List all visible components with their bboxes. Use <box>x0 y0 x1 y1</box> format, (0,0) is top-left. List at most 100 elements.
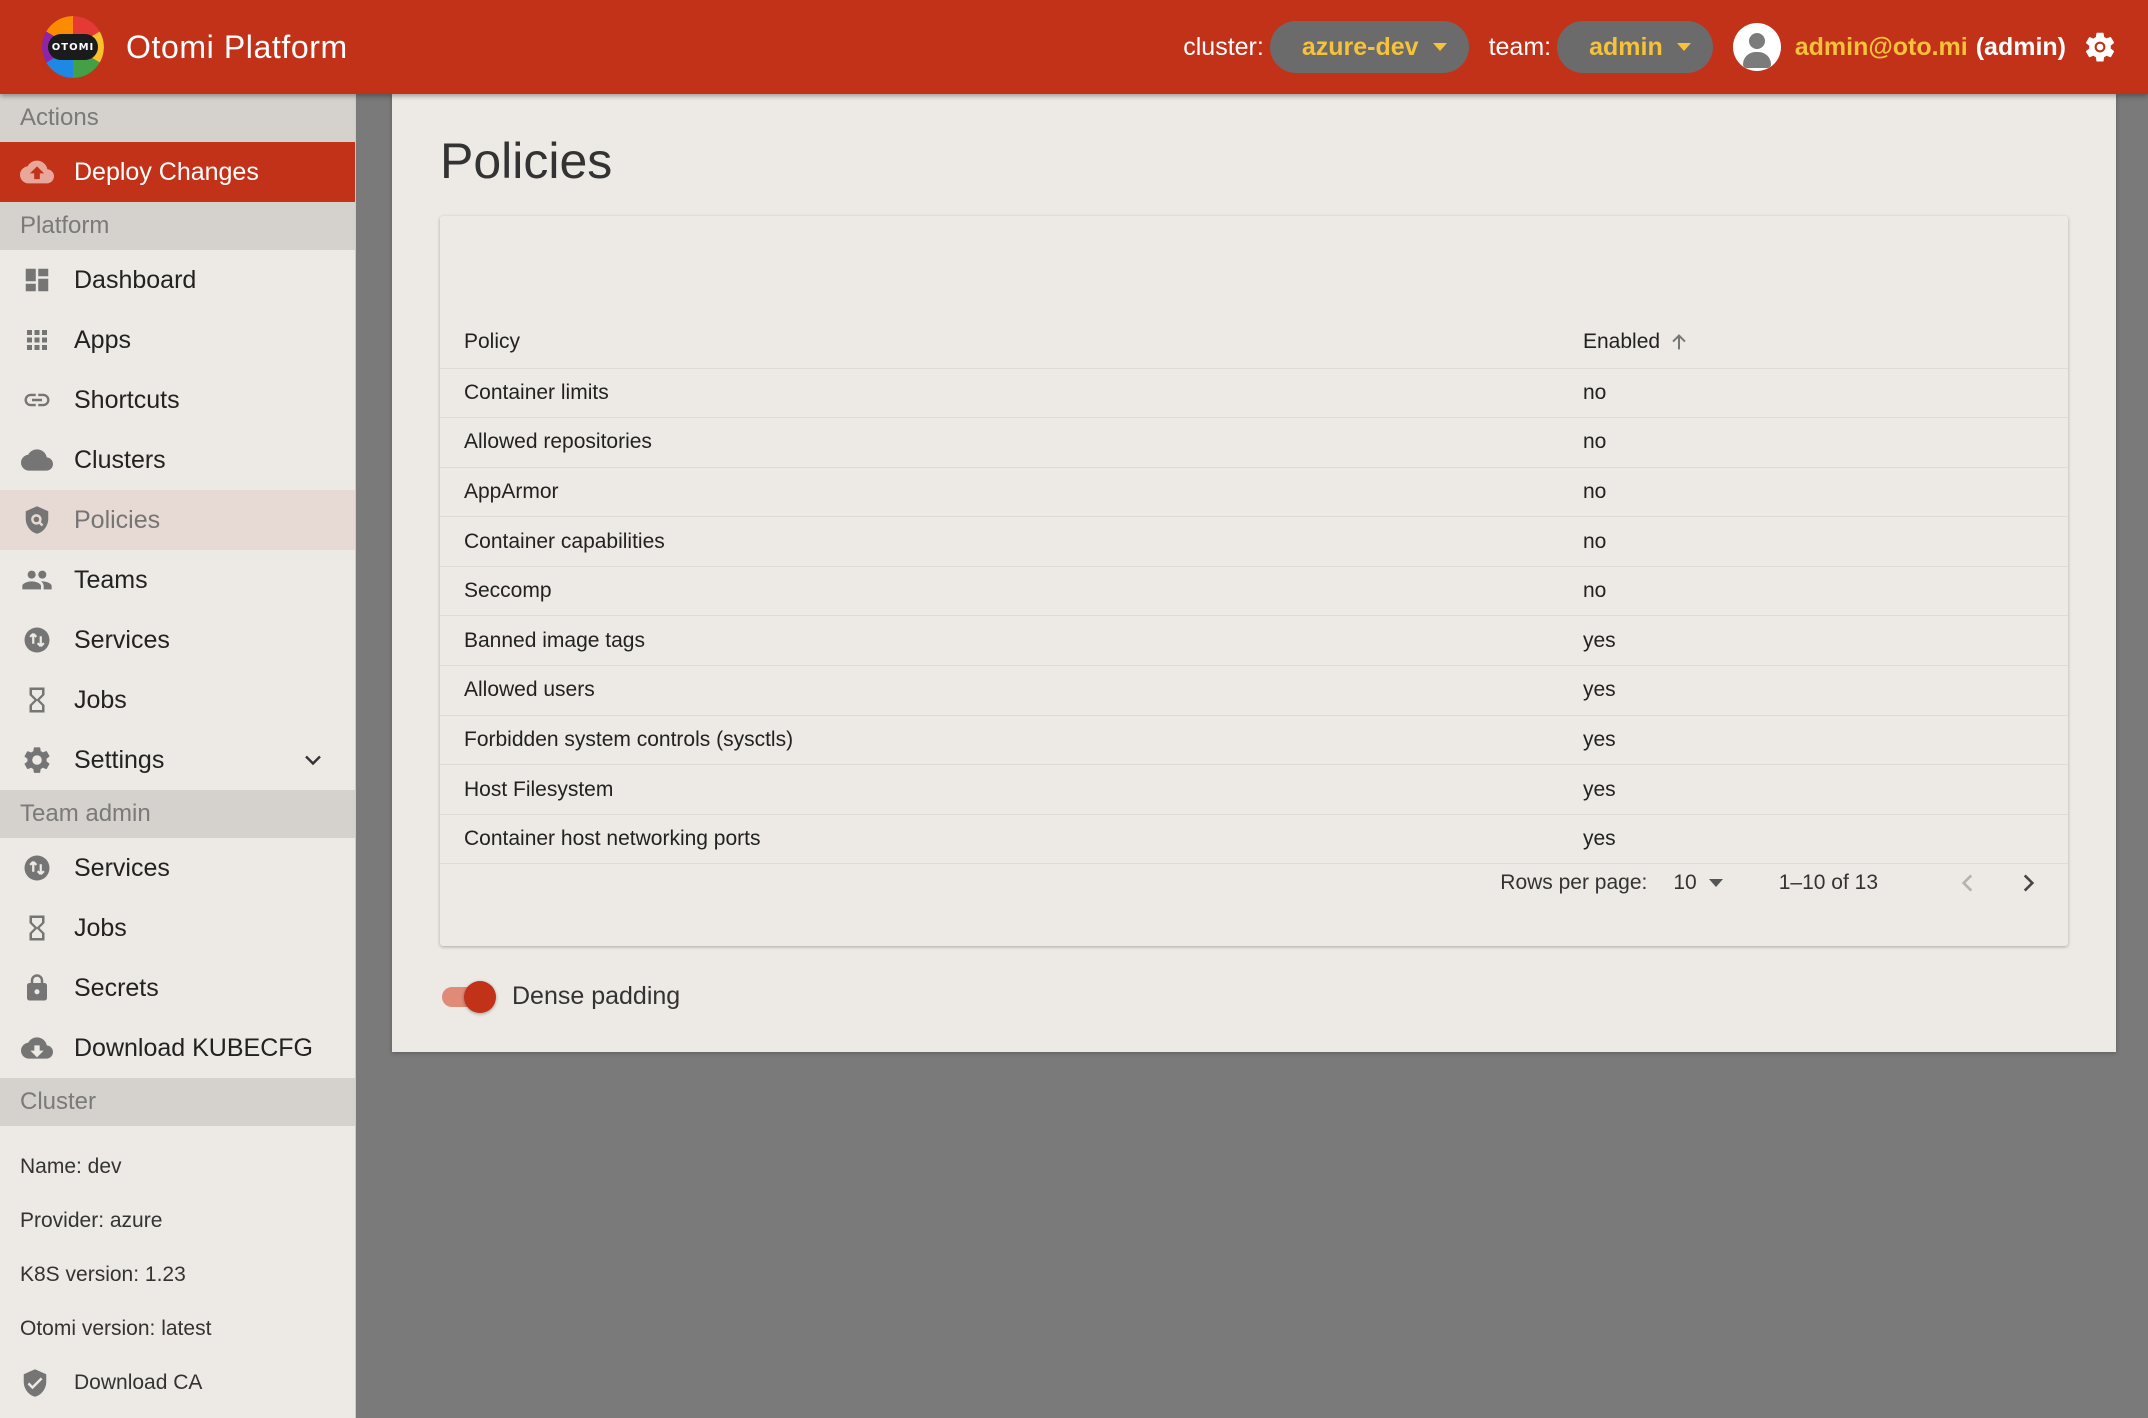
policy-enabled-cell: no <box>1583 368 2068 419</box>
table-header-row: Policy Enabled <box>440 316 2068 369</box>
dense-padding-control: Dense padding <box>440 978 680 1014</box>
sidebar-item-team-secrets[interactable]: Secrets <box>0 958 355 1018</box>
sidebar-item-label: Settings <box>74 745 165 774</box>
services-icon <box>24 855 50 881</box>
rows-per-page-select[interactable]: 10 <box>1673 871 1723 895</box>
people-icon <box>22 570 52 590</box>
table-row[interactable]: Forbidden system controls (sysctls) yes <box>440 715 2068 766</box>
sidebar-section-team-admin: Team admin <box>0 790 355 838</box>
sidebar-item-shortcuts[interactable]: Shortcuts <box>0 370 355 430</box>
sidebar-item-download-kubecfg[interactable]: Download KUBECFG <box>0 1018 355 1078</box>
table-row[interactable]: Seccomp no <box>440 566 2068 617</box>
cluster-select-value: azure-dev <box>1301 32 1419 61</box>
previous-page-button[interactable] <box>1948 863 1988 903</box>
sidebar-item-label: Teams <box>74 565 148 594</box>
column-header-label: Enabled <box>1583 329 1661 353</box>
logo-text: OTOMI <box>48 34 98 60</box>
policy-name-cell: AppArmor <box>440 467 1583 518</box>
app-header: OTOMI Otomi Platform cluster: azure-dev … <box>0 0 2148 94</box>
policy-name-cell: Container capabilities <box>440 516 1583 567</box>
rows-per-page-caret-icon <box>1708 879 1723 887</box>
verified-shield-icon <box>23 1369 47 1397</box>
policy-enabled-cell: no <box>1583 467 2068 518</box>
table-row[interactable]: Allowed repositories no <box>440 417 2068 468</box>
hourglass-icon <box>29 915 45 941</box>
sidebar-item-label: Jobs <box>74 913 127 942</box>
dense-padding-label: Dense padding <box>512 981 681 1010</box>
sidebar-item-dashboard[interactable]: Dashboard <box>0 250 355 310</box>
sidebar-item-settings[interactable]: Settings <box>0 730 355 790</box>
team-dropdown-caret-icon <box>1676 43 1691 51</box>
lock-icon <box>27 974 47 1001</box>
sidebar-item-jobs[interactable]: Jobs <box>0 670 355 730</box>
dense-padding-toggle[interactable] <box>440 978 498 1014</box>
next-page-button[interactable] <box>2008 863 2048 903</box>
sidebar-section-actions: Actions <box>0 94 355 142</box>
sidebar-item-label: Clusters <box>74 445 166 474</box>
sidebar-section-platform: Platform <box>0 202 355 250</box>
policy-enabled-cell: yes <box>1583 665 2068 716</box>
sidebar-section-cluster: Cluster <box>0 1078 355 1126</box>
policy-shield-icon <box>25 506 49 534</box>
sidebar-item-label: Download KUBECFG <box>74 1033 313 1062</box>
column-header-policy[interactable]: Policy <box>440 316 1583 369</box>
sidebar-item-label: Shortcuts <box>74 385 180 414</box>
sidebar-item-label: Services <box>74 853 170 882</box>
deploy-changes-button[interactable]: Deploy Changes <box>0 142 355 202</box>
cloud-download-icon <box>21 1037 53 1059</box>
sidebar-item-policies[interactable]: Policies <box>0 490 355 550</box>
table-row[interactable]: Host Filesystem yes <box>440 764 2068 815</box>
apps-grid-icon <box>27 330 47 350</box>
table-row[interactable]: Banned image tags yes <box>440 615 2068 667</box>
download-ca-label: Download CA <box>74 1371 203 1394</box>
sidebar-item-team-jobs[interactable]: Jobs <box>0 898 355 958</box>
policy-name-cell: Container limits <box>440 368 1583 419</box>
user-role: (admin) <box>1975 32 2066 61</box>
policy-name-cell: Allowed users <box>440 665 1583 716</box>
user-avatar-icon[interactable] <box>1732 23 1781 71</box>
policies-table-card: Policy Enabled Container limits no Allowed… <box>440 216 2068 946</box>
app-title: Otomi Platform <box>126 28 348 65</box>
team-label: team: <box>1488 32 1552 61</box>
sidebar-item-label: Secrets <box>74 973 159 1002</box>
pagination-range: 1–10 of 13 <box>1778 871 1878 894</box>
team-select-value: admin <box>1589 32 1663 61</box>
cluster-otomi-version: Otomi version: latest <box>20 1317 212 1340</box>
team-select[interactable]: admin <box>1557 21 1713 73</box>
hourglass-icon <box>29 687 45 713</box>
page-title: Policies <box>440 133 613 189</box>
download-ca-link[interactable]: Download CA <box>0 1356 355 1410</box>
cluster-select[interactable]: azure-dev <box>1269 21 1469 73</box>
sidebar-item-clusters[interactable]: Clusters <box>0 430 355 490</box>
table-row[interactable]: AppArmor no <box>440 467 2068 518</box>
sidebar-item-team-services[interactable]: Services <box>0 838 355 898</box>
sidebar-item-teams[interactable]: Teams <box>0 550 355 610</box>
main-content: Policies Policy Enabled Container limits… <box>392 94 2116 1052</box>
cloud-upload-icon <box>20 160 54 184</box>
cloud-icon <box>21 449 53 471</box>
services-icon <box>24 627 50 653</box>
user-email[interactable]: admin@oto.mi <box>1795 33 1968 62</box>
otomi-logo[interactable]: OTOMI <box>42 16 104 78</box>
table-row[interactable]: Allowed users yes <box>440 665 2068 716</box>
chevron-down-icon[interactable] <box>301 748 325 772</box>
column-header-enabled[interactable]: Enabled <box>1583 316 2068 369</box>
policy-enabled-cell: no <box>1583 516 2068 567</box>
link-icon <box>24 393 50 407</box>
rows-per-page-value: 10 <box>1673 871 1697 894</box>
rows-per-page-label: Rows per page: <box>1500 871 1648 894</box>
cluster-label: cluster: <box>1183 32 1264 61</box>
policy-name-cell: Forbidden system controls (sysctls) <box>440 715 1583 766</box>
table-row[interactable]: Container limits no <box>440 368 2068 419</box>
sidebar-item-apps[interactable]: Apps <box>0 310 355 370</box>
chevron-right-icon <box>2023 874 2035 892</box>
sidebar-item-services[interactable]: Services <box>0 610 355 670</box>
policy-name-cell: Allowed repositories <box>440 417 1583 468</box>
dashboard-icon <box>25 268 49 292</box>
policy-enabled-cell: yes <box>1583 715 2068 766</box>
sort-ascending-arrow-icon[interactable] <box>1668 331 1690 353</box>
table-row[interactable]: Container capabilities no <box>440 516 2068 567</box>
theme-settings-icon[interactable] <box>2082 29 2118 65</box>
policies-table: Policy Enabled Container limits no Allowed… <box>440 316 2068 865</box>
sidebar-item-label: Services <box>74 625 170 654</box>
